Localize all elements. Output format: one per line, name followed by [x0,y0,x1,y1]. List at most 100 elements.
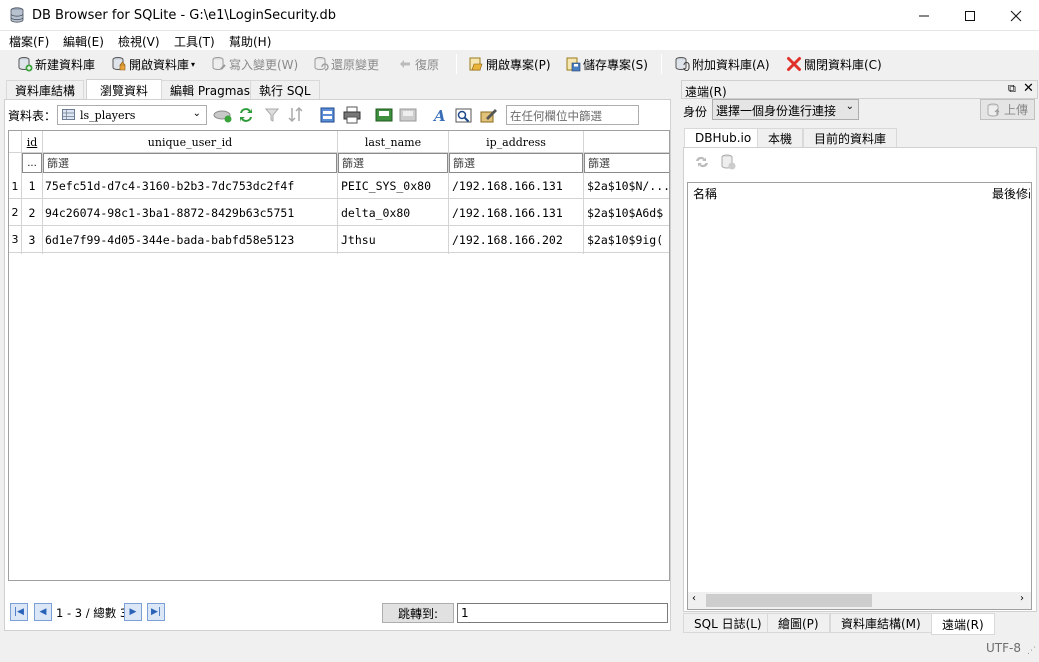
print-icon[interactable] [343,106,361,124]
table-row[interactable]: 3 3 6d1e7f99-4d05-344e-bada-babfd58e5123… [9,227,669,253]
cell-id[interactable]: 3 [22,227,42,252]
filter-any-column-input[interactable]: 在任何欄位中篩選 [506,105,639,125]
table-row[interactable]: 1 1 75efc51d-d7c4-3160-b2b3-7dc753dc2f4f… [9,174,669,199]
remote-tab-local[interactable]: 本機 [757,128,804,148]
undo-button[interactable]: 復原 [397,53,439,75]
remote-tab-dbhub[interactable]: DBHub.io [684,128,763,148]
last-page-button[interactable]: ▶| [147,603,165,621]
tab-execute-sql[interactable]: 執行 SQL [250,80,320,100]
menu-view[interactable]: 檢視(V) [118,33,160,50]
font-style-icon[interactable]: A [431,106,449,124]
refresh-icon[interactable] [695,155,709,169]
cell-ip-address[interactable]: /192.168.166.202 [452,227,583,252]
menu-file[interactable]: 檔案(F) [9,33,49,50]
write-changes-icon [212,57,226,70]
sort-icon[interactable] [287,106,305,124]
edit-cell-icon[interactable] [480,106,498,124]
upload-icon [987,103,1000,116]
filter-input-password[interactable]: 篩選 [584,153,669,173]
resize-grip-icon[interactable]: ⋰ [1027,646,1036,656]
tab-database-structure[interactable]: 資料庫結構 [6,80,85,100]
table-label: 資料表： [8,109,57,123]
bottom-tab-remote[interactable]: 遠端(R) [931,613,995,635]
clear-filters-icon[interactable] [213,106,233,124]
cell-password[interactable]: $2a$10$N/... [587,174,669,198]
scroll-right-icon[interactable]: › [1020,593,1024,604]
column-header-name[interactable]: 名稱 [693,185,717,202]
new-database-button[interactable]: 新建資料庫 [17,53,95,75]
goto-button[interactable]: 跳轉到: [382,603,454,623]
cell-id[interactable]: 1 [22,174,42,198]
first-page-button[interactable]: |◀ [10,603,28,621]
filter-input-unique-user-id[interactable]: 篩選 [43,153,337,173]
table-select-value: ls_players [80,108,136,122]
maximize-button[interactable] [947,0,993,31]
column-header-password[interactable] [584,131,669,153]
menu-help[interactable]: 幫助(H) [229,33,271,50]
last-page-icon: ▶| [151,607,161,617]
scroll-left-icon[interactable]: ‹ [692,593,696,604]
remote-horizontal-scrollbar[interactable]: ‹ › [688,592,1031,609]
column-header-last-name[interactable]: last_name [338,131,448,153]
write-changes-label: 寫入變更(W) [229,57,299,72]
revert-changes-button[interactable]: 還原變更 [313,53,379,75]
next-page-button[interactable]: ▶ [124,603,142,621]
cell-unique-user-id[interactable]: 6d1e7f99-4d05-344e-bada-babfd58e5123 [45,227,336,252]
remote-tab-current-db[interactable]: 目前的資料庫 [803,128,898,148]
cell-id[interactable]: 2 [22,200,42,225]
column-header-ip-address[interactable]: ip_address [449,131,583,153]
save-project-button[interactable]: 儲存專案(S) [565,53,648,75]
cell-password[interactable]: $2a$10$A6d$ [587,200,669,225]
attach-database-button[interactable]: 附加資料庫(A) [674,53,770,75]
tab-edit-pragmas[interactable]: 編輯 Pragmas [161,80,260,100]
filter-funnel-icon[interactable] [264,106,282,124]
tab-browse-data[interactable]: 瀏覽資料 [86,79,163,101]
column-header-last-modified[interactable]: 最後修改 [992,185,1030,202]
minimize-button[interactable] [901,0,947,31]
cell-ip-address[interactable]: /192.168.166.131 [452,200,583,225]
open-database-icon [112,57,126,71]
save-table-icon[interactable] [375,106,393,124]
previous-page-button[interactable]: ◀ [34,603,52,621]
refresh-icon[interactable] [238,106,254,124]
filter-input-last-name[interactable]: 篩選 [338,153,448,173]
svg-text:A: A [432,107,446,124]
row-number: 3 [9,227,21,252]
open-project-button[interactable]: 開啟專案(P) [468,53,551,75]
cell-last-name[interactable]: delta_0x80 [341,200,448,225]
find-icon[interactable] [455,106,473,124]
close-database-button[interactable]: 關閉資料庫(C) [786,53,882,75]
cell-unique-user-id[interactable]: 94c26074-98c1-3ba1-8872-8429b63c5751 [45,200,336,225]
main-toolbar: 新建資料庫 開啟資料庫 ▾ 寫入變更(W) 還原變更 復原 開啟專案(P) 儲存… [0,50,1039,78]
menu-edit[interactable]: 編輯(E) [63,33,104,50]
cell-ip-address[interactable]: /192.168.166.131 [452,174,583,198]
filter-input-ip-address[interactable]: 篩選 [449,153,583,173]
table-row[interactable]: 2 2 94c26074-98c1-3ba1-8872-8429b63c5751… [9,200,669,226]
close-window-button[interactable] [993,0,1039,31]
upload-button[interactable]: 上傳 [980,99,1035,120]
column-header-id[interactable]: id [22,131,42,153]
filter-menu-button[interactable]: ... [22,153,42,173]
bottom-tab-sql-log[interactable]: SQL 日誌(L) [683,613,773,633]
write-changes-button[interactable]: 寫入變更(W) [211,53,298,75]
column-header-unique-user-id[interactable]: unique_user_id [43,131,337,153]
clone-database-icon[interactable] [720,154,736,170]
cell-last-name[interactable]: PEIC_SYS_0x80 [341,174,448,198]
maximize-icon [965,10,975,21]
cell-last-name[interactable]: Jthsu [341,227,448,252]
bottom-tab-plot[interactable]: 繪圖(P) [767,613,830,633]
table-select[interactable]: ls_players ⌄ [57,105,207,125]
cell-unique-user-id[interactable]: 75efc51d-d7c4-3160-b2b3-7dc753dc2f4f [45,174,336,198]
float-panel-icon[interactable]: ⧉ [1008,82,1016,96]
scrollbar-thumb[interactable] [706,594,872,607]
goto-input[interactable]: 1 [457,603,668,623]
save-project-icon [566,57,581,72]
close-panel-icon[interactable]: ✕ [1023,81,1034,96]
open-database-button[interactable]: 開啟資料庫 ▾ [111,53,195,75]
menu-tools[interactable]: 工具(T) [174,33,215,50]
bottom-tab-db-schema[interactable]: 資料庫結構(M) [830,613,932,633]
insert-record-icon[interactable] [319,106,337,124]
cell-password[interactable]: $2a$10$9ig( [587,227,669,252]
identity-select[interactable]: 選擇一個身份進行連接 ⌄ [712,99,859,120]
delete-record-icon[interactable] [399,106,417,124]
